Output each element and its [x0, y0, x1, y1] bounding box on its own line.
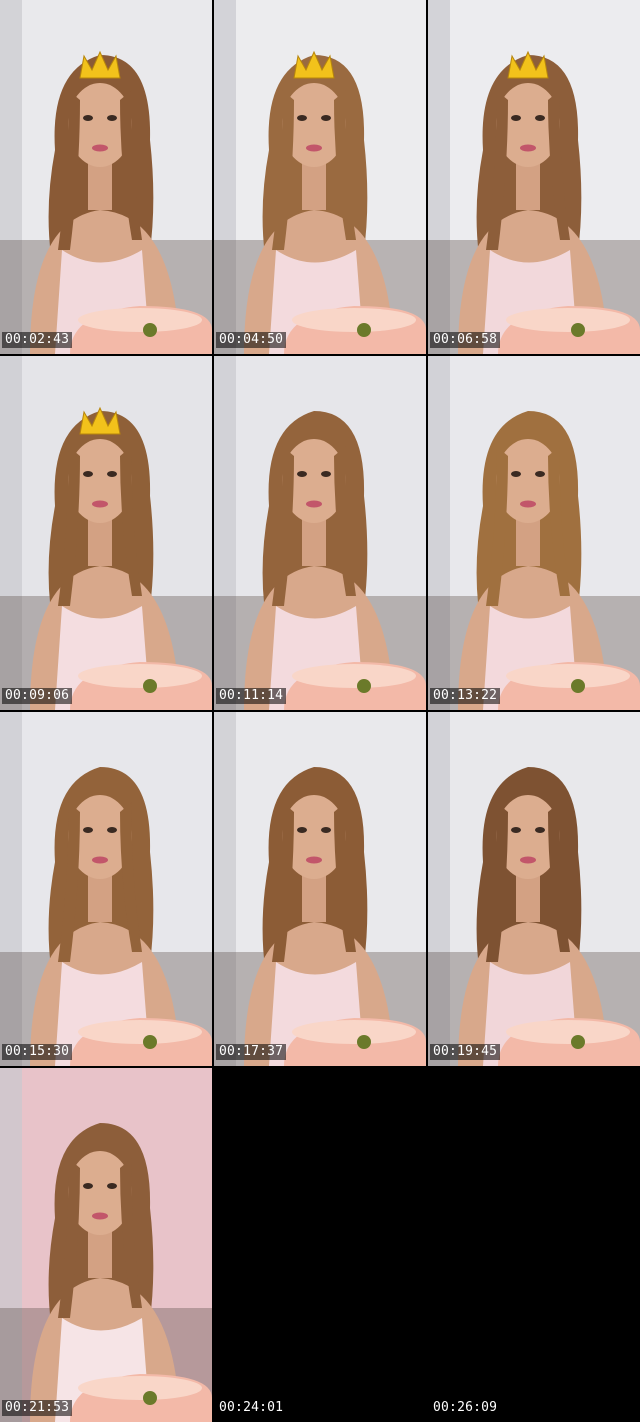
eye-left — [83, 471, 93, 477]
eye-right — [321, 827, 331, 833]
frame-scene — [428, 0, 640, 354]
lips — [306, 500, 322, 508]
eye-left — [511, 827, 521, 833]
eye-left — [83, 1183, 93, 1189]
lips — [92, 500, 108, 508]
video-frame: 00:15:30 — [0, 712, 212, 1066]
video-frame: 00:19:45 — [428, 712, 640, 1066]
bowl-rim — [292, 308, 416, 332]
frame-timestamp: 00:13:22 — [430, 688, 501, 704]
bowl-rim — [78, 664, 202, 688]
frame-timestamp: 00:21:53 — [2, 1400, 73, 1416]
food-garnish — [143, 323, 157, 337]
food-garnish — [143, 1035, 157, 1049]
video-frame-blank: 00:26:09 — [428, 1068, 640, 1422]
eye-right — [321, 471, 331, 477]
video-frame: 00:11:14 — [214, 356, 426, 710]
frame-timestamp: 00:17:37 — [216, 1044, 287, 1060]
eye-right — [107, 1183, 117, 1189]
eye-right — [535, 827, 545, 833]
frame-timestamp: 00:04:50 — [216, 332, 287, 348]
frame-scene — [0, 356, 212, 710]
neck — [88, 160, 112, 210]
neck — [302, 872, 326, 922]
eye-left — [511, 471, 521, 477]
video-frame: 00:21:53 — [0, 1068, 212, 1422]
bowl-rim — [78, 308, 202, 332]
frame-timestamp: 00:06:58 — [430, 332, 501, 348]
bowl-rim — [506, 1020, 630, 1044]
neck — [88, 872, 112, 922]
eye-left — [297, 115, 307, 121]
neck — [302, 160, 326, 210]
frame-timestamp: 00:26:09 — [433, 1400, 498, 1415]
bowl-rim — [292, 1020, 416, 1044]
contact-sheet-grid: 00:02:43 00:04:50 00:06:58 00:09:06 00:1… — [0, 0, 640, 1422]
video-frame-blank: 00:24:01 — [214, 1068, 426, 1422]
eye-right — [535, 115, 545, 121]
video-frame: 00:02:43 — [0, 0, 212, 354]
frame-scene — [428, 356, 640, 710]
lips — [92, 856, 108, 864]
video-frame: 00:13:22 — [428, 356, 640, 710]
eye-right — [107, 827, 117, 833]
frame-scene — [0, 1068, 212, 1422]
eye-left — [83, 827, 93, 833]
frame-scene — [0, 0, 212, 354]
food-garnish — [143, 679, 157, 693]
lips — [92, 1212, 108, 1220]
frame-scene — [214, 712, 426, 1066]
food-garnish — [357, 679, 371, 693]
lips — [520, 500, 536, 508]
frame-timestamp: 00:19:45 — [430, 1044, 501, 1060]
frame-timestamp: 00:09:06 — [2, 688, 73, 704]
lips — [306, 144, 322, 152]
frame-timestamp: 00:11:14 — [216, 688, 287, 704]
lips — [92, 144, 108, 152]
eye-right — [107, 115, 117, 121]
bowl-rim — [506, 664, 630, 688]
video-frame: 00:04:50 — [214, 0, 426, 354]
frame-timestamp: 00:15:30 — [2, 1044, 73, 1060]
frame-timestamp: 00:24:01 — [219, 1400, 284, 1415]
lips — [520, 144, 536, 152]
bowl-rim — [292, 664, 416, 688]
bowl-rim — [78, 1020, 202, 1044]
neck — [88, 1228, 112, 1278]
neck — [516, 516, 540, 566]
frame-scene — [0, 712, 212, 1066]
eye-left — [297, 471, 307, 477]
eye-left — [297, 827, 307, 833]
neck — [516, 872, 540, 922]
food-garnish — [357, 323, 371, 337]
video-frame: 00:17:37 — [214, 712, 426, 1066]
bowl-rim — [78, 1376, 202, 1400]
frame-scene — [214, 0, 426, 354]
frame-timestamp: 00:02:43 — [2, 332, 73, 348]
neck — [88, 516, 112, 566]
neck — [302, 516, 326, 566]
frame-scene — [214, 356, 426, 710]
eye-right — [321, 115, 331, 121]
food-garnish — [357, 1035, 371, 1049]
food-garnish — [143, 1391, 157, 1405]
eye-left — [511, 115, 521, 121]
lips — [520, 856, 536, 864]
frame-scene — [428, 712, 640, 1066]
eye-right — [107, 471, 117, 477]
eye-left — [83, 115, 93, 121]
neck — [516, 160, 540, 210]
lips — [306, 856, 322, 864]
video-frame: 00:09:06 — [0, 356, 212, 710]
bowl-rim — [506, 308, 630, 332]
food-garnish — [571, 1035, 585, 1049]
food-garnish — [571, 323, 585, 337]
eye-right — [535, 471, 545, 477]
food-garnish — [571, 679, 585, 693]
video-frame: 00:06:58 — [428, 0, 640, 354]
